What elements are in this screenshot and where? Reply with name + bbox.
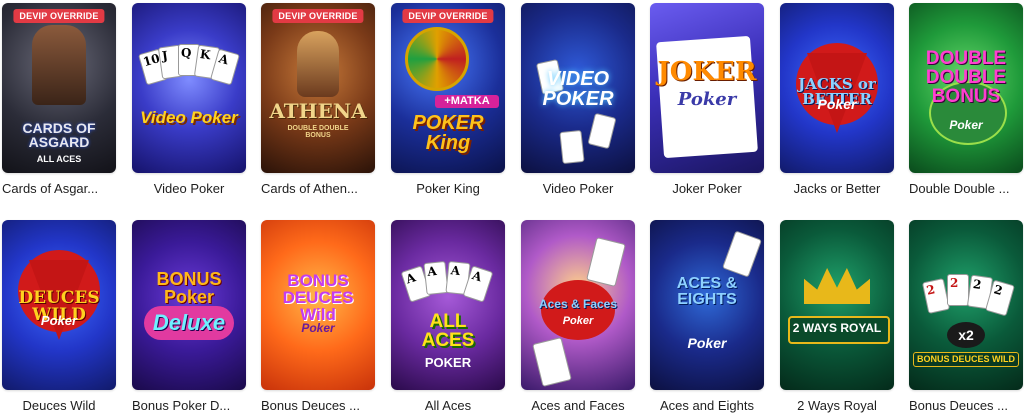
game-logo: 2 WAYS ROYAL <box>792 321 882 335</box>
game-logo-sub: Poker <box>949 118 983 132</box>
devip-override-badge: DEVIP OVERRIDE <box>402 9 494 23</box>
game-title[interactable]: Deuces Wild <box>2 398 116 413</box>
game-logo-sub: Deluxe <box>152 310 226 335</box>
playing-card-icon <box>559 129 585 165</box>
devip-override-badge: DEVIP OVERRIDE <box>272 9 364 23</box>
game-title[interactable]: Video Poker <box>521 181 635 196</box>
game-logo-sub: Poker <box>687 335 727 351</box>
game-tile-aces-and-faces[interactable]: Aces & Faces Poker <box>521 220 635 390</box>
devip-override-badge: DEVIP OVERRIDE <box>13 9 105 23</box>
game-title[interactable]: Bonus Poker D... <box>132 398 246 413</box>
warrior-figure-icon <box>32 25 86 105</box>
game-tile-all-aces[interactable]: A A A A ALL ACES POKER <box>391 220 505 390</box>
game-grid: DEVIP OVERRIDE CARDS OF ASGARD ALL ACES … <box>0 0 1024 418</box>
game-title[interactable]: Jacks or Better <box>780 181 894 196</box>
game-logo: DOUBLE DOUBLE BONUS <box>925 48 1007 107</box>
game-logo: BONUS DEUCES WILD <box>913 352 1019 367</box>
game-title[interactable]: 2 Ways Royal <box>780 398 894 413</box>
game-title[interactable]: All Aces <box>391 398 505 413</box>
game-tile-2-ways-royal[interactable]: 2 WAYS ROYAL <box>780 220 894 390</box>
game-thumbnail <box>780 220 894 390</box>
game-logo-sub: Poker <box>301 321 335 335</box>
game-logo-sub: +MATKA <box>435 95 499 108</box>
game-tile-bonus-poker-deluxe[interactable]: BONUS Poker Deluxe <box>132 220 246 390</box>
game-logo: ALL ACES <box>421 311 475 351</box>
game-tile-double-double-bonus[interactable]: DOUBLE DOUBLE BONUS Poker <box>909 3 1023 173</box>
game-logo: POKER King <box>412 112 484 154</box>
game-title[interactable]: Video Poker <box>132 181 246 196</box>
game-logo: ATHENA <box>269 99 367 123</box>
game-title[interactable]: Aces and Eights <box>650 398 764 413</box>
game-logo-sub: POKER <box>424 355 472 370</box>
game-tile-aces-and-eights[interactable]: ACES & EIGHTS Poker <box>650 220 764 390</box>
game-title[interactable]: Aces and Faces <box>521 398 635 413</box>
game-logo-sub: Poker <box>817 96 857 112</box>
game-thumbnail <box>132 3 246 173</box>
game-title[interactable]: Cards of Athen... <box>261 181 375 196</box>
game-logo-sub: DOUBLE DOUBLE BONUS <box>287 125 349 139</box>
game-logo: Video Poker <box>140 108 238 127</box>
playing-card-icon: 2 <box>947 274 969 306</box>
game-logo-sub: ALL ACES <box>36 154 82 164</box>
game-tile-video-poker[interactable]: 10 J Q K A Video Poker <box>132 3 246 173</box>
game-logo: Aces & Faces <box>538 297 618 311</box>
warrior-figure-icon <box>297 31 339 97</box>
game-logo: BONUS Poker <box>156 269 222 307</box>
game-logo-sub: Poker <box>562 315 594 327</box>
wheel-icon <box>405 27 469 91</box>
game-tile-bonus-deuces-wild-x2[interactable]: 2 2 2 2 x2 BONUS DEUCES WILD <box>909 220 1023 390</box>
game-logo-sub: Poker <box>677 89 737 110</box>
game-tile-cards-of-athena[interactable]: DEVIP OVERRIDE ATHENA DOUBLE DOUBLE BONU… <box>261 3 375 173</box>
game-logo: BONUS DEUCES Wild <box>282 271 354 324</box>
game-logo-sub: x2 <box>947 322 985 348</box>
game-title[interactable]: Joker Poker <box>650 181 764 196</box>
game-tile-video-poker-2[interactable]: VIDEO POKER <box>521 3 635 173</box>
game-title[interactable]: Cards of Asgar... <box>2 181 116 196</box>
game-logo: VIDEO POKER <box>542 68 614 110</box>
game-title[interactable]: Double Double ... <box>909 181 1023 196</box>
game-logo: CARDS OF ASGARD <box>22 120 96 150</box>
game-tile-deuces-wild[interactable]: DEUCES WILD Poker <box>2 220 116 390</box>
game-title[interactable]: Poker King <box>391 181 505 196</box>
game-logo: JOKER <box>657 57 757 87</box>
game-title[interactable]: Bonus Deuces ... <box>261 398 375 413</box>
game-tile-joker-poker[interactable]: JOKER Poker <box>650 3 764 173</box>
game-tile-jacks-or-better[interactable]: JACKS or BETTER Poker <box>780 3 894 173</box>
game-logo: ACES & EIGHTS <box>676 275 738 308</box>
game-tile-cards-of-asgard[interactable]: DEVIP OVERRIDE CARDS OF ASGARD ALL ACES <box>2 3 116 173</box>
game-tile-poker-king[interactable]: DEVIP OVERRIDE +MATKA POKER King <box>391 3 505 173</box>
game-title[interactable]: Bonus Deuces ... <box>909 398 1023 413</box>
game-logo-sub: Poker <box>40 313 78 328</box>
game-tile-bonus-deuces-wild[interactable]: BONUS DEUCES Wild Poker <box>261 220 375 390</box>
